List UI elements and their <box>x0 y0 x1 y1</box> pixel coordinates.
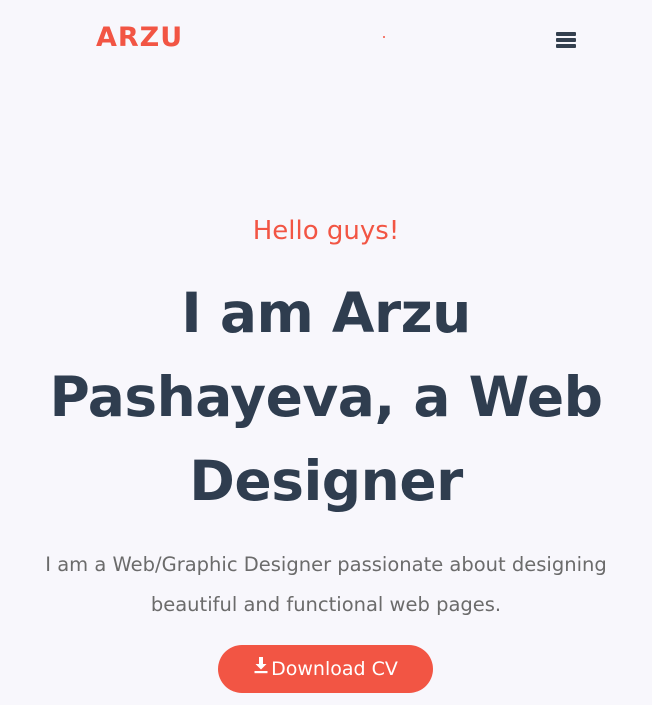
hero-description: I am a Web/Graphic Designer passionate a… <box>45 553 607 616</box>
download-icon <box>254 657 268 674</box>
menu-bar <box>556 32 576 36</box>
menu-bar <box>556 44 576 48</box>
download-cv-label: Download CV <box>271 658 398 680</box>
site-logo[interactable]: ARZU <box>96 22 183 54</box>
download-cv-button[interactable]: Download CV <box>218 645 433 693</box>
hero-greeting: Hello guys! <box>252 216 400 246</box>
page: ARZU Hello guys! I am Arzu Pashayeva, a … <box>0 0 652 705</box>
menu-bar <box>556 38 576 42</box>
hero-headline: I am Arzu Pashayeva, a Web Designer <box>49 281 603 513</box>
hamburger-menu-icon[interactable] <box>552 27 580 53</box>
decorative-dot <box>383 36 385 38</box>
